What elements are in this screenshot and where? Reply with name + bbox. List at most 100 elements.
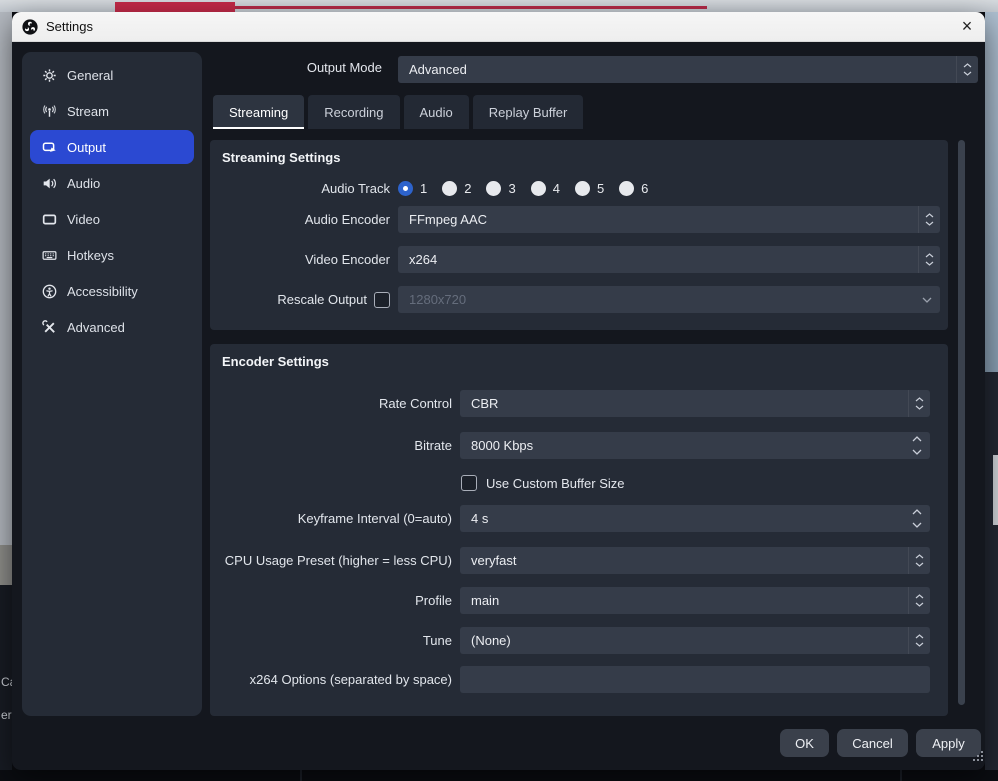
radio-icon[interactable] bbox=[619, 181, 634, 196]
video-encoder-select[interactable]: x264 bbox=[398, 246, 940, 273]
rescale-output-checkbox[interactable] bbox=[374, 292, 390, 308]
background-red-line bbox=[235, 6, 707, 9]
sidebar: General Stream bbox=[22, 52, 202, 716]
window-title: Settings bbox=[46, 19, 93, 34]
encoder-settings-panel: Encoder Settings Rate Control CBR Bitrat… bbox=[210, 344, 948, 716]
audio-track-option[interactable]: 4 bbox=[531, 181, 560, 196]
radio-icon[interactable] bbox=[531, 181, 546, 196]
output-mode-select[interactable]: Advanced bbox=[398, 56, 978, 83]
keyframe-interval-spinbox[interactable]: 4 s bbox=[460, 505, 930, 532]
audio-encoder-row: Audio Encoder FFmpeg AAC bbox=[210, 206, 940, 233]
panel-title: Encoder Settings bbox=[222, 354, 329, 369]
radio-icon[interactable] bbox=[442, 181, 457, 196]
audio-track-option[interactable]: 3 bbox=[486, 181, 515, 196]
tab-recording[interactable]: Recording bbox=[308, 95, 399, 129]
output-mode-value: Advanced bbox=[398, 62, 467, 77]
output-mode-label: Output Mode bbox=[212, 60, 382, 75]
sidebar-item-general[interactable]: General bbox=[30, 58, 194, 92]
sidebar-item-hotkeys[interactable]: Hotkeys bbox=[30, 238, 194, 272]
radio-icon[interactable] bbox=[575, 181, 590, 196]
bitrate-spinbox[interactable]: 8000 Kbps bbox=[460, 432, 930, 459]
rescale-resolution-combobox[interactable]: 1280x720 bbox=[398, 286, 940, 313]
sidebar-item-video[interactable]: Video bbox=[30, 202, 194, 236]
custom-buffer-checkbox[interactable] bbox=[461, 475, 477, 491]
sidebar-item-label: General bbox=[67, 68, 113, 83]
tools-icon bbox=[41, 319, 57, 335]
sidebar-item-label: Video bbox=[67, 212, 100, 227]
x264-options-label: x264 Options (separated by space) bbox=[210, 672, 452, 687]
keyframe-interval-row: Keyframe Interval (0=auto) 4 s bbox=[210, 505, 930, 532]
sidebar-item-output[interactable]: Output bbox=[30, 130, 194, 164]
audio-track-option[interactable]: 5 bbox=[575, 181, 604, 196]
bitrate-row: Bitrate 8000 Kbps bbox=[210, 432, 930, 459]
background-seam bbox=[900, 770, 902, 781]
desktop-backdrop: Ca er Settings × bbox=[0, 0, 998, 781]
keyframe-interval-value: 4 s bbox=[460, 511, 488, 526]
x264-options-row: x264 Options (separated by space) bbox=[210, 666, 930, 693]
ok-button[interactable]: OK bbox=[780, 729, 829, 757]
audio-track-option[interactable]: 2 bbox=[442, 181, 471, 196]
audio-track-label: Audio Track bbox=[210, 181, 390, 196]
chevron-up-down-icon bbox=[908, 547, 930, 574]
sidebar-item-advanced[interactable]: Advanced bbox=[30, 310, 194, 344]
vertical-scrollbar[interactable] bbox=[958, 140, 965, 705]
sidebar-item-label: Hotkeys bbox=[67, 248, 114, 263]
background-right-dark bbox=[985, 372, 998, 770]
chevron-up-down-icon bbox=[908, 587, 930, 614]
background-red-bar bbox=[115, 2, 235, 12]
keyframe-interval-label: Keyframe Interval (0=auto) bbox=[210, 511, 452, 526]
resize-grip[interactable] bbox=[973, 759, 975, 761]
output-tabs: Streaming Recording Audio Replay Buffer bbox=[213, 95, 583, 129]
tab-replay-buffer[interactable]: Replay Buffer bbox=[473, 95, 584, 129]
audio-encoder-select[interactable]: FFmpeg AAC bbox=[398, 206, 940, 233]
sidebar-item-stream[interactable]: Stream bbox=[30, 94, 194, 128]
spinner-arrows-icon[interactable] bbox=[904, 505, 930, 532]
cpu-preset-value: veryfast bbox=[460, 553, 517, 568]
tune-row: Tune (None) bbox=[210, 627, 930, 654]
settings-body: General Stream bbox=[12, 42, 985, 769]
radio-selected-icon[interactable] bbox=[398, 181, 413, 196]
sidebar-item-audio[interactable]: Audio bbox=[30, 166, 194, 200]
tune-select[interactable]: (None) bbox=[460, 627, 930, 654]
accessibility-icon bbox=[41, 283, 57, 299]
video-encoder-row: Video Encoder x264 bbox=[210, 246, 940, 273]
sidebar-item-label: Audio bbox=[67, 176, 100, 191]
profile-select[interactable]: main bbox=[460, 587, 930, 614]
apply-button[interactable]: Apply bbox=[916, 729, 981, 757]
background-left-photo bbox=[0, 545, 12, 585]
cpu-preset-select[interactable]: veryfast bbox=[460, 547, 930, 574]
background-bottom-strip bbox=[0, 770, 998, 781]
obs-logo-icon bbox=[22, 19, 38, 35]
custom-buffer-row: Use Custom Buffer Size bbox=[210, 474, 624, 492]
tab-streaming[interactable]: Streaming bbox=[213, 95, 304, 129]
rescale-resolution-value: 1280x720 bbox=[398, 292, 466, 307]
audio-track-option[interactable]: 6 bbox=[619, 181, 648, 196]
radio-icon[interactable] bbox=[486, 181, 501, 196]
spinner-arrows-icon[interactable] bbox=[904, 432, 930, 459]
audio-track-radios: 1 2 3 4 bbox=[398, 181, 648, 196]
rate-control-value: CBR bbox=[460, 396, 498, 411]
sidebar-item-accessibility[interactable]: Accessibility bbox=[30, 274, 194, 308]
tab-label: Audio bbox=[420, 105, 453, 120]
sidebar-item-label: Accessibility bbox=[67, 284, 138, 299]
streaming-settings-panel: Streaming Settings Audio Track 1 2 bbox=[210, 140, 948, 330]
tab-audio[interactable]: Audio bbox=[404, 95, 469, 129]
chevron-up-down-icon bbox=[908, 627, 930, 654]
audio-track-option[interactable]: 1 bbox=[398, 181, 427, 196]
profile-value: main bbox=[460, 593, 499, 608]
chevron-down-icon bbox=[922, 286, 932, 313]
x264-options-input[interactable] bbox=[460, 666, 930, 693]
rate-control-select[interactable]: CBR bbox=[460, 390, 930, 417]
titlebar[interactable]: Settings × bbox=[12, 12, 985, 42]
cancel-button[interactable]: Cancel bbox=[837, 729, 908, 757]
display-icon bbox=[41, 211, 57, 227]
radio-label: 6 bbox=[641, 181, 648, 196]
background-text-fragment: er bbox=[1, 708, 12, 722]
sidebar-item-label: Output bbox=[67, 140, 106, 155]
tab-label: Streaming bbox=[229, 105, 288, 120]
chevron-up-down-icon bbox=[918, 206, 940, 233]
radio-label: 4 bbox=[553, 181, 560, 196]
background-right-sky bbox=[985, 12, 998, 372]
keyboard-icon bbox=[41, 247, 57, 263]
close-icon[interactable]: × bbox=[949, 12, 985, 42]
